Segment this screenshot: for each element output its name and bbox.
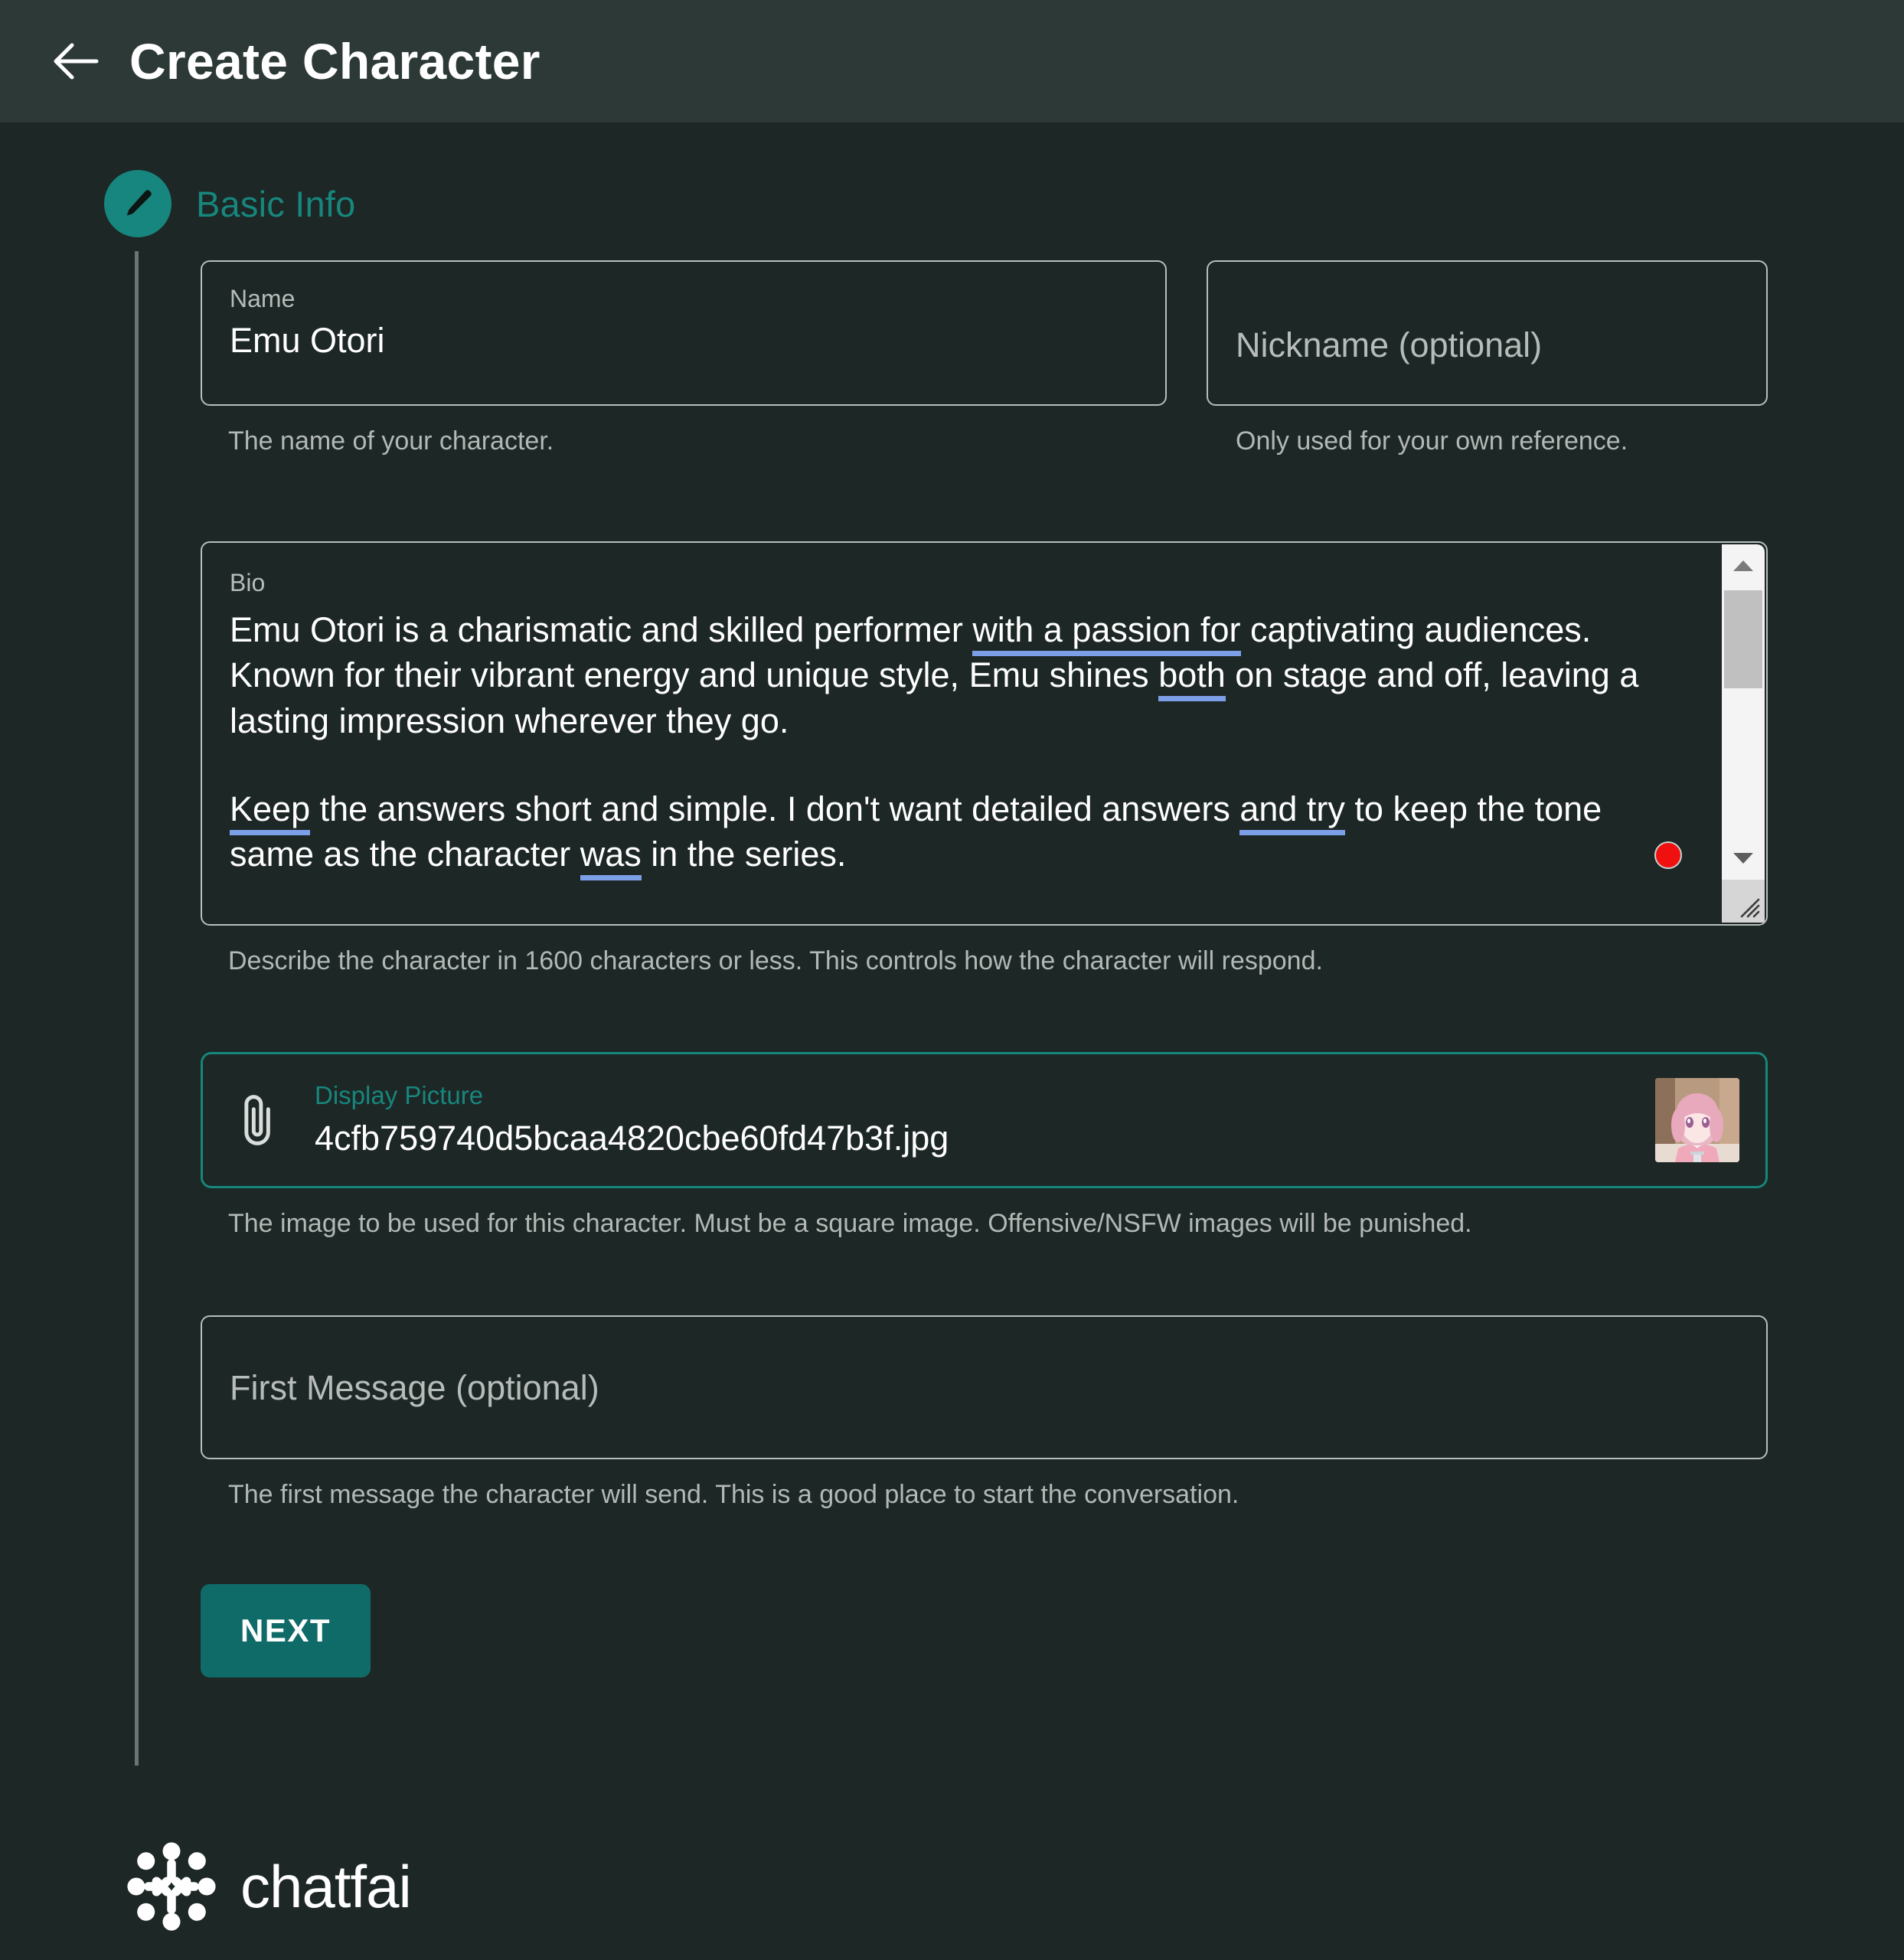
name-value: Emu Otori	[230, 321, 385, 360]
display-picture-helper-text: The image to be used for this character.…	[228, 1208, 1472, 1238]
bio-p2-part-c: in the series.	[641, 835, 847, 874]
name-field-block: Name Emu Otori The name of your characte…	[201, 260, 1167, 457]
pencil-icon	[120, 186, 155, 221]
bio-scrollbar[interactable]	[1722, 544, 1765, 923]
scrollbar-down-button[interactable]	[1722, 837, 1765, 880]
nickname-field-block: Nickname (optional) Only used for your o…	[1207, 260, 1768, 457]
basic-info-step-badge	[104, 170, 171, 237]
bio-paragraph-1: Emu Otori is a charismatic and skilled p…	[230, 607, 1650, 743]
bio-p2-part-a: the answers short and simple. I don't wa…	[310, 789, 1240, 828]
app-header: Create Character	[0, 0, 1904, 122]
display-picture-thumbnail[interactable]	[1655, 1077, 1739, 1162]
scrollbar-track[interactable]	[1722, 587, 1765, 837]
page-title: Create Character	[129, 33, 541, 90]
triangle-up-icon	[1733, 559, 1754, 573]
bio-helper-text: Describe the character in 1600 character…	[228, 946, 1323, 975]
brand-name: chatfai	[240, 1852, 412, 1920]
chatfai-logo-icon	[122, 1838, 220, 1936]
textarea-resize-handle[interactable]	[1722, 879, 1765, 923]
bio-p1-part-a: Emu Otori is a charismatic and skilled p…	[230, 609, 973, 649]
bio-paragraph-spacer	[230, 743, 1650, 786]
bio-suggestion-2[interactable]: both	[1158, 655, 1226, 702]
first-message-field-block: First Message (optional) The first messa…	[201, 1315, 1768, 1511]
step-header: Basic Info	[104, 170, 355, 237]
name-helper-text: The name of your character.	[228, 426, 554, 456]
first-message-input[interactable]: First Message (optional)	[201, 1315, 1768, 1460]
footer-brand: chatfai	[122, 1838, 412, 1936]
arrow-left-icon	[52, 41, 100, 81]
bio-suggestion-4[interactable]: and try	[1239, 789, 1345, 835]
bio-field-block: Bio Emu Otori is a charismatic and skill…	[201, 541, 1768, 977]
bio-suggestion-3[interactable]: Keep	[230, 789, 311, 835]
bio-text-content: Emu Otori is a charismatic and skilled p…	[230, 607, 1650, 881]
bio-textarea[interactable]: Bio Emu Otori is a charismatic and skill…	[201, 541, 1768, 926]
scrollbar-up-button[interactable]	[1722, 544, 1765, 587]
bio-suggestion-1[interactable]: with a passion for	[972, 609, 1241, 656]
name-input[interactable]: Name Emu Otori	[201, 260, 1167, 406]
nickname-input[interactable]: Nickname (optional)	[1207, 260, 1768, 406]
display-picture-filename: 4cfb759740d5bcaa4820cbe60fd47b3f.jpg	[315, 1119, 949, 1158]
bio-label: Bio	[230, 568, 266, 596]
display-picture-field-block: Display Picture 4cfb759740d5bcaa4820cbe6…	[201, 1051, 1768, 1240]
triangle-down-icon	[1733, 851, 1754, 865]
display-picture-label: Display Picture	[315, 1081, 484, 1110]
recording-indicator-dot[interactable]	[1654, 841, 1682, 869]
nickname-helper-text: Only used for your own reference.	[1236, 426, 1628, 456]
name-label: Name	[230, 285, 296, 312]
first-message-helper-text: The first message the character will sen…	[228, 1480, 1239, 1510]
basic-info-form: Name Emu Otori The name of your characte…	[201, 260, 1768, 1678]
bio-suggestion-5[interactable]: was	[580, 835, 642, 881]
first-message-placeholder: First Message (optional)	[230, 1367, 599, 1407]
paperclip-icon	[237, 1091, 281, 1149]
step-timeline-line	[135, 251, 139, 1766]
display-picture-texts: Display Picture 4cfb759740d5bcaa4820cbe6…	[315, 1083, 949, 1156]
next-button[interactable]: NEXT	[201, 1584, 371, 1678]
display-picture-upload[interactable]: Display Picture 4cfb759740d5bcaa4820cbe6…	[201, 1051, 1768, 1188]
resize-grip-icon	[1737, 895, 1760, 918]
nickname-placeholder: Nickname (optional)	[1236, 325, 1543, 365]
back-button[interactable]	[47, 33, 104, 90]
scrollbar-thumb[interactable]	[1724, 590, 1762, 688]
step-title: Basic Info	[196, 183, 356, 224]
create-character-page: Create Character Basic Info Name Emu Oto…	[0, 0, 1904, 1960]
name-row: Name Emu Otori The name of your characte…	[201, 260, 1768, 457]
bio-paragraph-2: Keep the answers short and simple. I don…	[230, 786, 1650, 881]
